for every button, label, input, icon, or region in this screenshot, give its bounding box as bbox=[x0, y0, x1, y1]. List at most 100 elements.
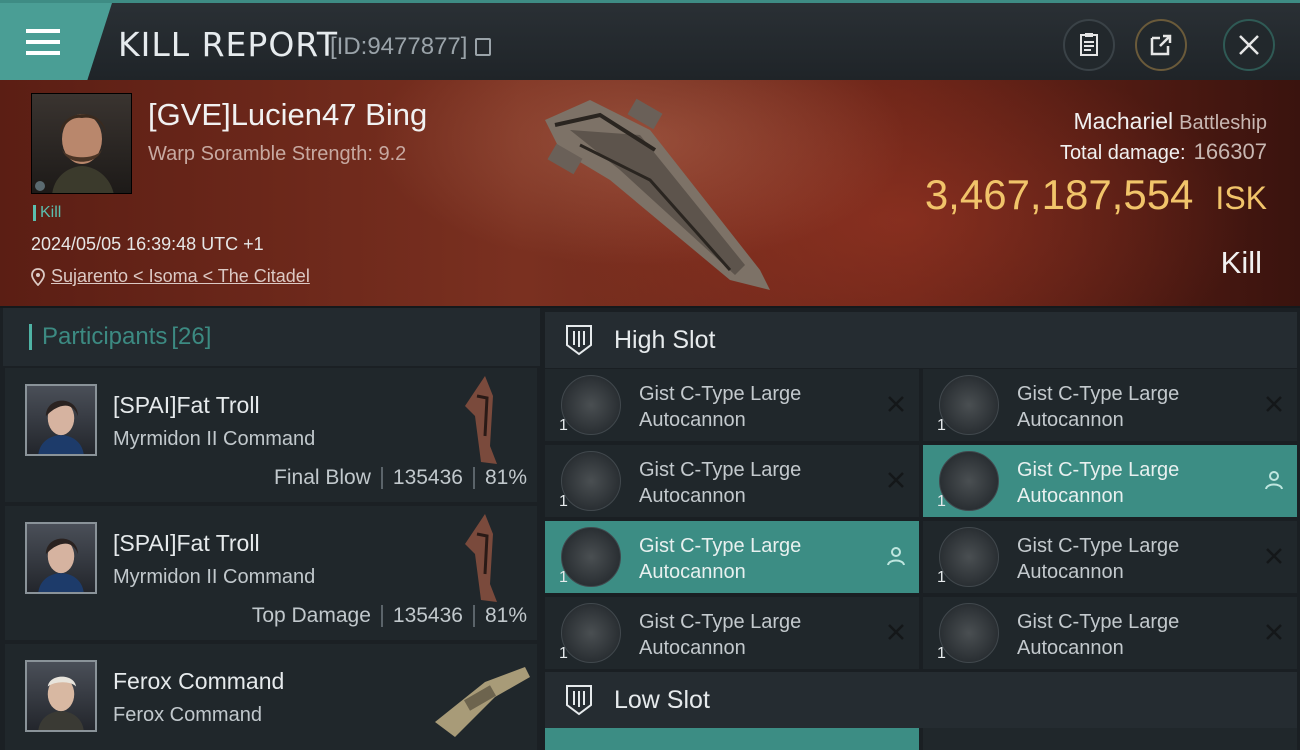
autocannon-icon bbox=[561, 527, 621, 587]
module-slot[interactable]: 1 Gist C-Type Large Autocannon bbox=[923, 369, 1297, 441]
pilot-avatar-icon bbox=[38, 676, 84, 730]
module-slot[interactable]: 1 Gist C-Type Large Autocannon bbox=[545, 369, 919, 441]
module-slot[interactable] bbox=[923, 728, 1297, 750]
victim-ship-image[interactable] bbox=[530, 90, 780, 295]
participant-ship: Myrmidon II Command bbox=[113, 566, 316, 588]
stat-divider bbox=[472, 605, 475, 627]
participant-ship-image bbox=[465, 514, 497, 602]
destroyed-x-icon bbox=[1266, 396, 1282, 412]
participant-ship: Ferox Command bbox=[113, 704, 262, 726]
module-name: Gist C-Type Large Autocannon bbox=[1017, 611, 1180, 659]
module-name: Gist C-Type Large Autocannon bbox=[639, 535, 802, 583]
module-quantity: 1 bbox=[937, 417, 946, 434]
participant-ship-image bbox=[465, 376, 497, 464]
participant-damage: 135436 bbox=[392, 604, 463, 627]
total-damage-value: 166307 bbox=[1193, 139, 1267, 164]
participant-role: Final Blow bbox=[274, 466, 371, 489]
location-pin-icon bbox=[31, 267, 45, 286]
destroyed-x-icon bbox=[888, 472, 904, 488]
module-slot[interactable]: 1 Gist C-Type Large Autocannon bbox=[923, 597, 1297, 669]
module-slot[interactable]: 1 Gist C-Type Large Autocannon bbox=[923, 521, 1297, 593]
module-slot[interactable]: 1 Gist C-Type Large Autocannon bbox=[545, 445, 919, 517]
total-damage: Total damage: 166307 bbox=[1060, 139, 1267, 165]
warp-scramble-strength: Warp Soramble Strength: 9.2 bbox=[148, 143, 407, 165]
pilot-avatar-icon bbox=[38, 538, 84, 592]
participant-card[interactable]: [SPAI]Fat Troll Myrmidon II Command Fina… bbox=[5, 368, 537, 502]
victim-pilot-name[interactable]: [GVE]Lucien47 Bing bbox=[148, 97, 427, 133]
clipboard-button[interactable] bbox=[1063, 19, 1115, 71]
menu-button[interactable] bbox=[0, 3, 112, 80]
victim-banner: [GVE]Lucien47 Bing Warp Soramble Strengt… bbox=[0, 80, 1300, 306]
destroyed-x-icon bbox=[1266, 548, 1282, 564]
header-accent-bar bbox=[29, 324, 32, 350]
isk-amount: 3,467,187,554 bbox=[924, 171, 1194, 218]
participants-count: [26] bbox=[171, 323, 212, 350]
participant-avatar[interactable] bbox=[25, 660, 97, 732]
close-button[interactable] bbox=[1223, 19, 1275, 71]
participants-panel: Participants [26] [SPAI]Fat Troll Myrmid… bbox=[0, 308, 540, 750]
participant-stats: Final Blow 135436 81% bbox=[274, 466, 527, 490]
share-icon bbox=[1150, 34, 1172, 56]
stat-divider bbox=[380, 467, 383, 489]
participant-card[interactable]: [SPAI]Fat Troll Myrmidon II Command Top … bbox=[5, 506, 537, 640]
menu-icon bbox=[26, 28, 60, 55]
low-slot-header: Low Slot bbox=[545, 672, 1297, 728]
module-slot[interactable]: 1 Gist C-Type Large Autocannon bbox=[545, 521, 919, 593]
module-name: Gist C-Type Large Autocannon bbox=[1017, 459, 1180, 507]
clipboard-icon bbox=[1080, 33, 1098, 56]
autocannon-icon bbox=[939, 375, 999, 435]
module-quantity: 1 bbox=[937, 493, 946, 510]
participant-card[interactable]: Ferox Command Ferox Command bbox=[5, 644, 537, 750]
isk-unit: ISK bbox=[1215, 180, 1267, 216]
autocannon-icon bbox=[939, 527, 999, 587]
pilot-avatar-icon bbox=[38, 400, 84, 454]
kill-datetime: 2024/05/05 16:39:48 UTC +1 bbox=[31, 234, 264, 254]
victim-portrait[interactable] bbox=[31, 93, 132, 194]
participant-name: [SPAI]Fat Troll bbox=[113, 392, 260, 418]
low-slot-label: Low Slot bbox=[614, 685, 710, 714]
kill-location[interactable]: Sujarento < Isoma < The Citadel bbox=[31, 266, 310, 287]
module-quantity: 1 bbox=[559, 493, 568, 510]
copy-icon[interactable] bbox=[475, 38, 492, 56]
module-name: Gist C-Type Large Autocannon bbox=[1017, 535, 1180, 583]
autocannon-icon bbox=[561, 603, 621, 663]
report-id: [ID:9477877] bbox=[330, 33, 492, 61]
module-slot[interactable]: 1 Gist C-Type Large Autocannon bbox=[923, 445, 1297, 517]
high-slot-icon bbox=[566, 325, 592, 356]
participant-percent: 81% bbox=[484, 466, 527, 489]
victim-ship-class: Battleship bbox=[1179, 112, 1267, 134]
report-id-text: [ID:9477877] bbox=[330, 33, 468, 60]
destroyed-x-icon bbox=[888, 624, 904, 640]
victim-ship: Machariel Battleship bbox=[1073, 108, 1267, 135]
participant-name: Ferox Command bbox=[113, 668, 285, 694]
victim-ship-name: Machariel bbox=[1073, 108, 1174, 134]
share-button[interactable] bbox=[1135, 19, 1187, 71]
module-slot[interactable]: 1 Gist C-Type Large Autocannon bbox=[545, 597, 919, 669]
participant-avatar[interactable] bbox=[25, 384, 97, 456]
participant-damage: 135436 bbox=[392, 466, 463, 489]
location-link[interactable]: Sujarento < Isoma < The Citadel bbox=[51, 266, 310, 287]
module-name: Gist C-Type Large Autocannon bbox=[639, 459, 802, 507]
close-icon bbox=[1239, 35, 1259, 55]
module-quantity: 1 bbox=[559, 645, 568, 662]
stat-divider bbox=[472, 467, 475, 489]
destroyed-x-icon bbox=[888, 396, 904, 412]
autocannon-icon bbox=[561, 451, 621, 511]
high-slot-header: High Slot bbox=[545, 312, 1297, 368]
module-quantity: 1 bbox=[937, 645, 946, 662]
kill-tag: Kill bbox=[33, 205, 61, 221]
pilot-avatar-icon bbox=[35, 114, 114, 193]
participant-stats: Top Damage 135436 81% bbox=[252, 604, 527, 628]
participant-name: [SPAI]Fat Troll bbox=[113, 530, 260, 556]
high-slot-label: High Slot bbox=[614, 325, 716, 354]
module-quantity: 1 bbox=[559, 569, 568, 586]
fitting-slots-panel: High Slot 1 Gist C-Type Large Autocannon… bbox=[540, 308, 1300, 750]
module-slot[interactable] bbox=[545, 728, 919, 750]
person-icon bbox=[1265, 471, 1283, 490]
participants-header: Participants [26] bbox=[0, 308, 540, 366]
module-name: Gist C-Type Large Autocannon bbox=[639, 383, 802, 431]
isk-value: 3,467,187,554 ISK bbox=[925, 171, 1267, 219]
participant-ship-image bbox=[435, 667, 530, 737]
module-name: Gist C-Type Large Autocannon bbox=[1017, 383, 1180, 431]
participant-avatar[interactable] bbox=[25, 522, 97, 594]
